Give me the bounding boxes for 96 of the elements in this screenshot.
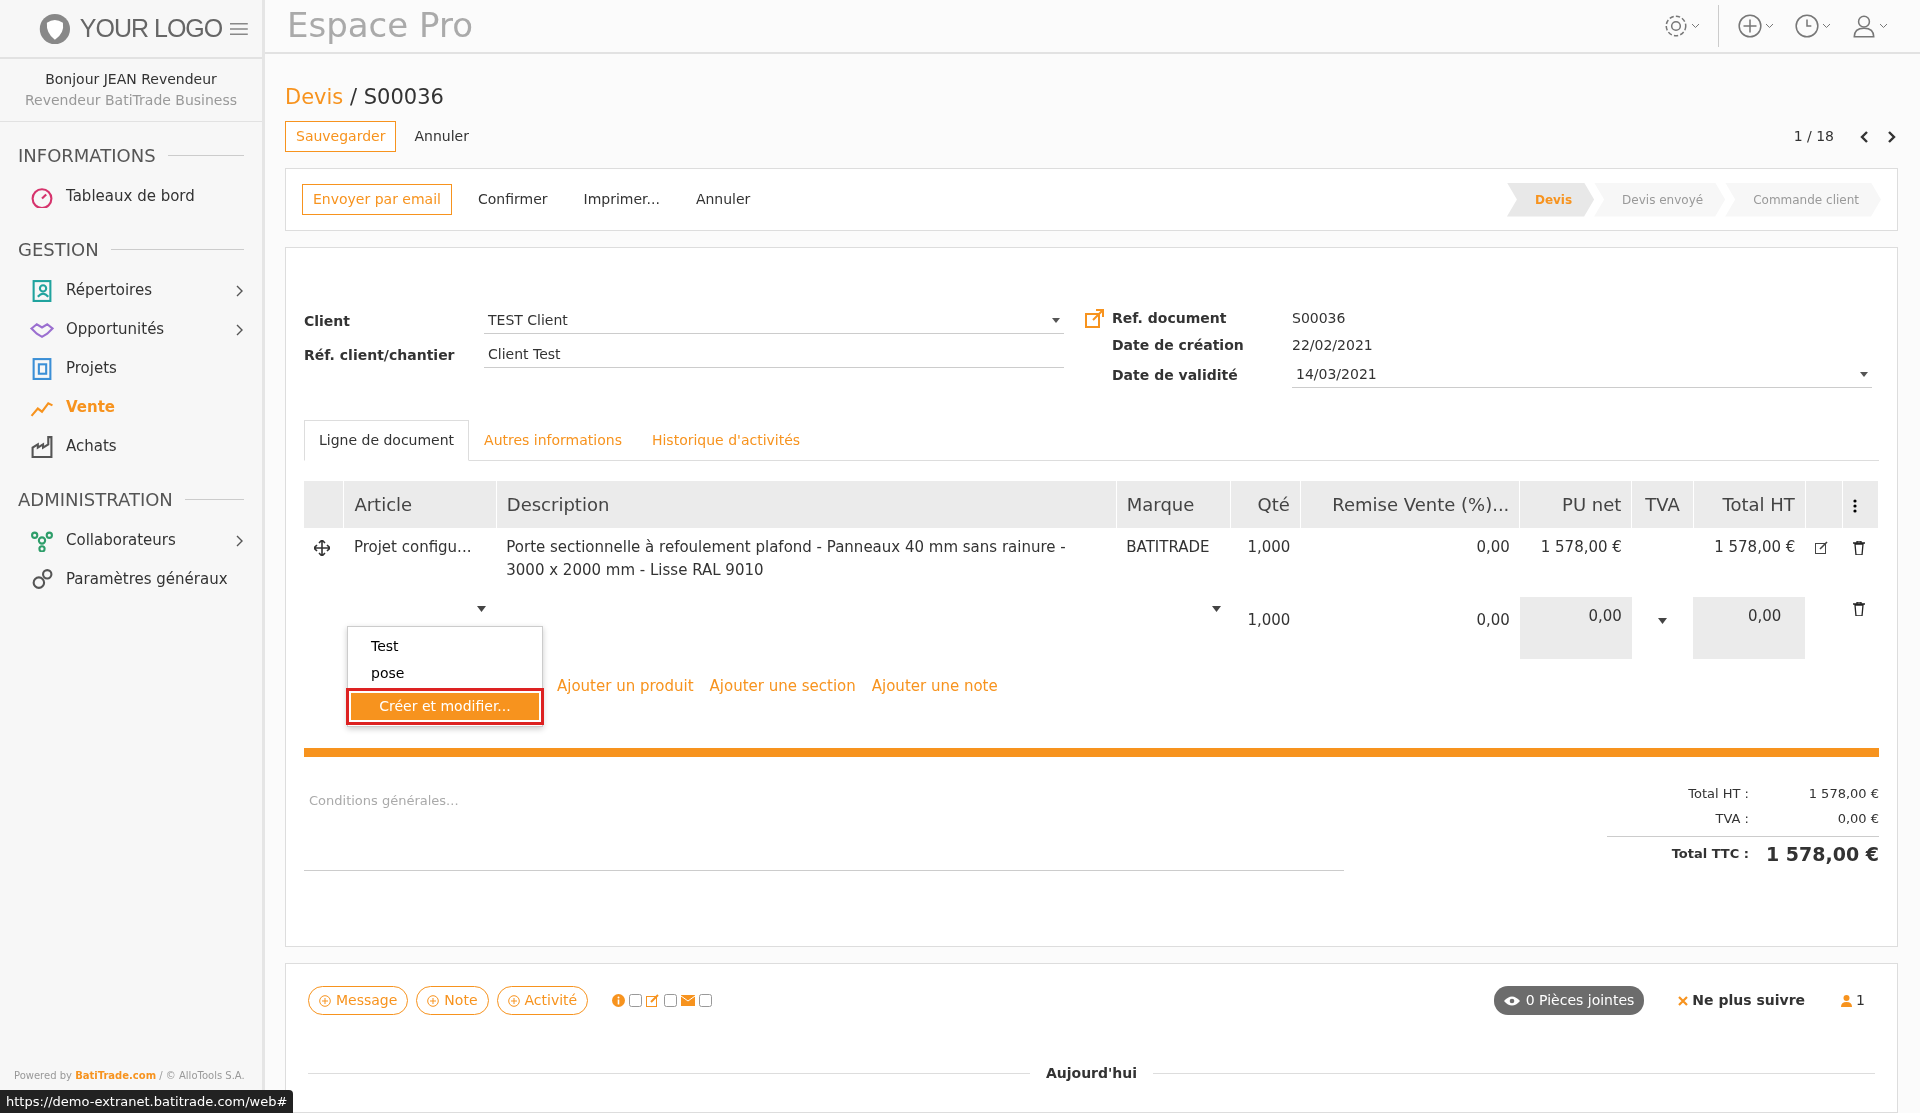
dropdown-option[interactable]: pose [351,660,539,687]
field-label: Réf. client/chantier [304,345,456,365]
status-url: https://demo-extranet.batitrade.com/web# [0,1089,294,1113]
sidebar-item[interactable]: Répertoires [0,271,262,310]
logo-text: YOUR LOGO [79,12,223,44]
trash-icon[interactable] [1853,540,1865,555]
clock-icon[interactable] [1794,12,1820,39]
checkbox-icon[interactable] [699,994,713,1007]
action-button[interactable]: Annuler [685,184,761,215]
person-icon [1841,994,1853,1007]
action-button[interactable]: Annuler [404,121,479,152]
select-field[interactable]: TEST Client [484,308,1064,334]
select-field[interactable]: 14/03/2021 [1292,362,1872,388]
total-value: 1 578,00 € [1807,784,1879,803]
previous-icon[interactable] [1858,129,1870,144]
field-label: Ref. document [1112,309,1228,328]
table-cell: Porte sectionnelle à refoulement plafond - Panneaux 40 mm sans rainure - 3000 x 2000 mm - Lisse RAL 9010 [496,528,1117,589]
next-icon[interactable] [1886,129,1898,144]
powered-by-text: Powered by BatiTrade.com / © AlloTools S.A. [14,1069,245,1083]
edit-icon[interactable] [1815,541,1830,554]
dropdown-option[interactable]: Test [351,633,539,660]
user-greeting: Bonjour JEAN Revendeur [44,70,218,89]
action-button[interactable]: Imprimer... [573,184,670,215]
info-icon[interactable] [612,994,626,1007]
unfollow-button[interactable]: Ne plus suivre [1668,986,1816,1015]
total-label: Total HT : [1688,784,1749,803]
section-title: INFORMATIONS [18,144,156,168]
total-label: Total TTC : [1671,845,1749,863]
column-header[interactable]: Description [496,481,1117,528]
caret-icon[interactable] [477,605,487,612]
breadcrumb-current: S00036 [363,84,444,109]
sidebar-item[interactable]: Achats [0,427,262,466]
input-field[interactable]: 0,00 [1693,597,1806,659]
field-label: Client [304,311,352,331]
table-cell: 1 578,00 € [1693,528,1806,589]
table-cell: 0,00 [1300,528,1520,589]
sidebar-item[interactable]: Projets [0,349,262,388]
followers-button[interactable]: 1 [1831,986,1875,1015]
input-field[interactable]: 0,00 [1300,589,1520,667]
menu-icon[interactable] [230,20,248,37]
add-icon[interactable] [1737,12,1763,39]
total-value: 1 578,00 € [1765,841,1879,867]
plus-circle-icon [427,994,440,1007]
plus-circle-icon [507,994,520,1007]
caret-icon[interactable] [1822,22,1831,29]
column-header[interactable]: Remise Vente (%)... [1300,481,1520,528]
caret-icon[interactable] [1765,22,1774,29]
sidebar-item[interactable]: Tableaux de bord [0,177,262,216]
user-role: Revendeur BatiTrade Business [23,91,239,110]
column-header[interactable]: Article [343,481,497,528]
column-header[interactable]: TVA [1631,481,1694,528]
total-label: TVA : [1715,810,1749,828]
table-cell: 1,000 [1230,528,1301,589]
caret-icon[interactable] [1052,318,1060,323]
section-title: GESTION [18,238,99,262]
field-label: Date de validité [1112,365,1239,385]
field-value: 22/02/2021 [1292,336,1373,355]
caret-icon[interactable] [1860,372,1868,377]
attachments-button[interactable]: 0 Pièces jointes [1493,986,1645,1015]
input-field[interactable]: Client Test [484,342,1064,368]
field-value: S00036 [1292,309,1346,328]
table-cell: Projet configu... [343,528,497,589]
action-button[interactable]: Confirmer [467,184,558,215]
close-icon [1678,995,1689,1006]
checkbox-icon[interactable] [664,994,678,1007]
total-value: 0,00 € [1836,810,1879,828]
trash-icon[interactable] [1853,601,1865,616]
app-title: Espace Pro [287,4,473,48]
pager-text: 1 / 18 [1793,127,1834,146]
caret-icon[interactable] [1211,605,1221,612]
input-field[interactable]: 0,00 [1519,597,1632,659]
more-icon[interactable] [1853,499,1858,513]
input-field[interactable]: 1,000 [1230,589,1301,667]
section-title: ADMINISTRATION [18,488,173,512]
sidebar-item[interactable]: Opportunités [0,310,262,349]
plus-circle-icon [319,994,331,1007]
envelope-icon[interactable] [681,995,696,1006]
table-cell: 1 578,00 € [1519,528,1632,589]
date-divider: Aujourd'hui [1045,1064,1138,1083]
checkbox-icon[interactable] [629,994,643,1007]
caret-icon[interactable] [1879,22,1888,29]
column-header[interactable]: Marque [1116,481,1231,528]
caret-icon[interactable] [1658,617,1668,624]
column-header[interactable]: Total HT [1693,481,1806,528]
sidebar-item[interactable]: Collaborateurs [0,521,262,560]
field-label: Date de création [1112,336,1245,355]
breadcrumb-separator: / [350,84,358,109]
table-cell: BATITRADE [1116,528,1231,589]
caret-icon[interactable] [1691,22,1700,29]
column-header[interactable]: Qté [1230,481,1301,528]
eye-icon [1503,995,1520,1006]
sidebar-item[interactable]: Paramètres généraux [0,560,262,599]
drag-handle-icon[interactable] [314,539,330,556]
column-header[interactable]: PU net [1519,481,1632,528]
tab[interactable]: Ligne de document [304,420,470,461]
external-link-icon[interactable] [1084,308,1106,330]
